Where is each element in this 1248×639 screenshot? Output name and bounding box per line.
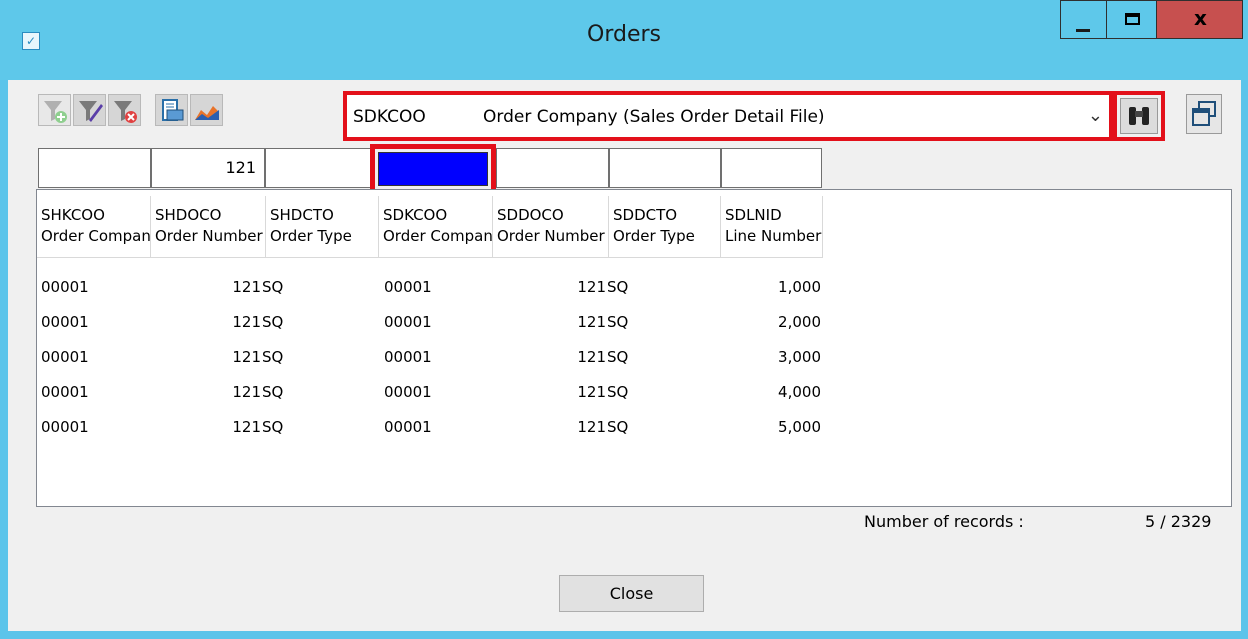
field-selector-dropdown[interactable]: SDKCOO Order Company (Sales Order Detail… bbox=[343, 91, 1113, 141]
column-header-sdkcoo[interactable]: SDKCOO Order Company bbox=[379, 196, 493, 258]
minimize-button[interactable] bbox=[1060, 0, 1106, 39]
cell-shdcto: SQ bbox=[262, 383, 284, 401]
table-row[interactable]: 00001 121 SQ 00001 121 SQ 4,000 bbox=[37, 375, 1231, 410]
cell-shdoco: 121 bbox=[232, 418, 261, 436]
table-row[interactable]: 00001 121 SQ 00001 121 SQ 2,000 bbox=[37, 305, 1231, 340]
close-window-button[interactable]: x bbox=[1156, 0, 1243, 39]
filter-sddoco[interactable] bbox=[496, 148, 609, 188]
cell-sddoco: 121 bbox=[577, 383, 606, 401]
filter-sdlnid[interactable] bbox=[721, 148, 822, 188]
cell-sdlnid: 1,000 bbox=[778, 278, 821, 296]
title-bar[interactable]: ✓ Orders x bbox=[0, 0, 1248, 80]
close-icon: x bbox=[1194, 6, 1207, 30]
records-count-label: Number of records : bbox=[864, 512, 1024, 531]
cell-shdcto: SQ bbox=[262, 313, 284, 331]
cell-shdcto: SQ bbox=[262, 418, 284, 436]
cell-sddcto: SQ bbox=[607, 418, 629, 436]
cell-sdkcoo: 00001 bbox=[384, 418, 432, 436]
cell-shdcto: SQ bbox=[262, 278, 284, 296]
cell-shdcto: SQ bbox=[262, 348, 284, 366]
orders-table[interactable]: SHKCOO Order Company SHDOCO Order Number… bbox=[36, 189, 1232, 507]
filter-shdoco[interactable]: 121 bbox=[151, 148, 265, 188]
orders-window: ✓ Orders x SDKCOO Order Company (Sales O… bbox=[0, 0, 1248, 639]
remove-filter-icon bbox=[114, 101, 137, 123]
table-row[interactable]: 00001 121 SQ 00001 121 SQ 1,000 bbox=[37, 270, 1231, 305]
column-header-shkcoo[interactable]: SHKCOO Order Company bbox=[37, 196, 151, 258]
table-row[interactable]: 00001 121 SQ 00001 121 SQ 3,000 bbox=[37, 340, 1231, 375]
filter-shdcto[interactable] bbox=[265, 148, 374, 188]
filter-sddcto[interactable] bbox=[609, 148, 721, 188]
cell-shdoco: 121 bbox=[232, 278, 261, 296]
cell-sddoco: 121 bbox=[577, 418, 606, 436]
cell-sdlnid: 2,000 bbox=[778, 313, 821, 331]
minimize-icon bbox=[1076, 29, 1090, 32]
filter-shkcoo[interactable] bbox=[38, 148, 151, 188]
cell-sdlnid: 5,000 bbox=[778, 418, 821, 436]
cell-shkcoo: 00001 bbox=[41, 383, 89, 401]
edit-filter-icon bbox=[79, 101, 103, 122]
chart-button[interactable] bbox=[190, 94, 223, 126]
column-header-sddoco[interactable]: SDDOCO Order Number bbox=[493, 196, 609, 258]
print-button[interactable] bbox=[155, 94, 188, 126]
cell-sdlnid: 4,000 bbox=[778, 383, 821, 401]
field-code: SDKCOO bbox=[353, 107, 426, 127]
column-header-sddcto[interactable]: SDDCTO Order Type bbox=[609, 196, 721, 258]
cell-sddoco: 121 bbox=[577, 313, 606, 331]
cell-sdlnid: 3,000 bbox=[778, 348, 821, 366]
table-row[interactable]: 00001 121 SQ 00001 121 SQ 5,000 bbox=[37, 410, 1231, 445]
print-icon bbox=[162, 99, 184, 121]
add-filter-button[interactable] bbox=[38, 94, 71, 126]
restore-window-button[interactable] bbox=[1186, 94, 1222, 134]
cell-sddcto: SQ bbox=[607, 313, 629, 331]
filter-sdkcoo[interactable] bbox=[378, 152, 488, 186]
find-button[interactable] bbox=[1113, 91, 1165, 141]
maximize-button[interactable] bbox=[1106, 0, 1156, 39]
cell-shkcoo: 00001 bbox=[41, 348, 89, 366]
cell-sddcto: SQ bbox=[607, 348, 629, 366]
column-header-sdlnid[interactable]: SDLNID Line Number bbox=[721, 196, 823, 258]
filter-sdkcoo-highlight[interactable] bbox=[370, 144, 496, 194]
cell-shdoco: 121 bbox=[232, 313, 261, 331]
cell-sddcto: SQ bbox=[607, 278, 629, 296]
field-description: Order Company (Sales Order Detail File) bbox=[483, 107, 825, 127]
chevron-down-icon[interactable]: ⌄ bbox=[1088, 105, 1103, 126]
edit-filter-button[interactable] bbox=[73, 94, 106, 126]
chart-icon bbox=[195, 106, 219, 120]
cell-sdkcoo: 00001 bbox=[384, 383, 432, 401]
maximize-icon bbox=[1125, 13, 1140, 25]
column-header-shdcto[interactable]: SHDCTO Order Type bbox=[266, 196, 379, 258]
binoculars-icon bbox=[1120, 98, 1158, 134]
add-filter-icon bbox=[44, 101, 67, 123]
cell-shkcoo: 00001 bbox=[41, 278, 89, 296]
cell-shdoco: 121 bbox=[232, 383, 261, 401]
close-button[interactable]: Close bbox=[559, 575, 704, 612]
cell-sdkcoo: 00001 bbox=[384, 278, 432, 296]
cell-sdkcoo: 00001 bbox=[384, 313, 432, 331]
column-header-shdoco[interactable]: SHDOCO Order Number bbox=[151, 196, 266, 258]
cell-shkcoo: 00001 bbox=[41, 418, 89, 436]
cell-sddcto: SQ bbox=[607, 383, 629, 401]
cell-sddoco: 121 bbox=[577, 278, 606, 296]
cell-sddoco: 121 bbox=[577, 348, 606, 366]
remove-filter-button[interactable] bbox=[108, 94, 141, 126]
cell-shdoco: 121 bbox=[232, 348, 261, 366]
cell-sdkcoo: 00001 bbox=[384, 348, 432, 366]
cell-shkcoo: 00001 bbox=[41, 313, 89, 331]
records-count-value: 5 / 2329 bbox=[1145, 512, 1212, 531]
restore-window-icon bbox=[1192, 101, 1216, 126]
